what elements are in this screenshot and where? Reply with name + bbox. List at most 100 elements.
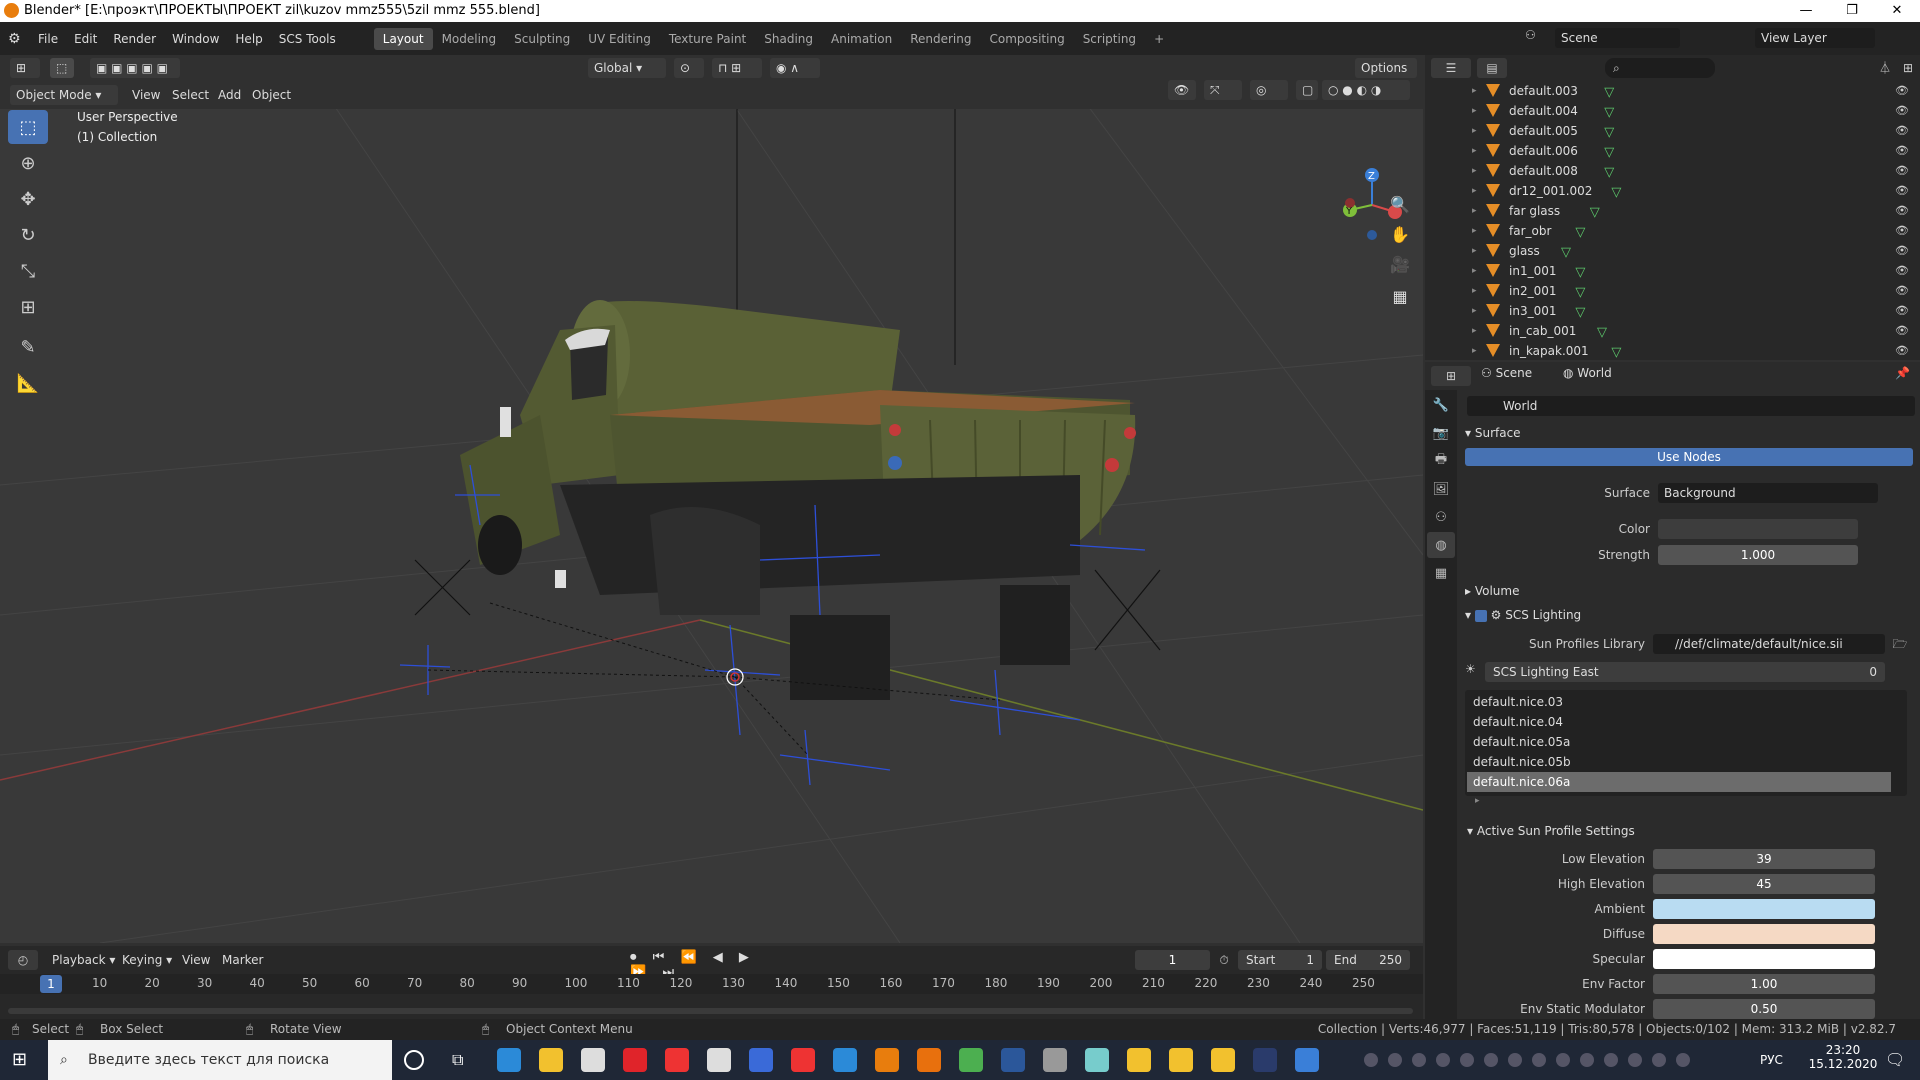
menu-edit[interactable]: Edit: [66, 32, 105, 46]
tab-shading[interactable]: Shading: [755, 28, 822, 50]
xray-icon[interactable]: ▢: [1296, 80, 1318, 100]
outliner-item[interactable]: ▸ default.005 👁 ▽: [1425, 121, 1920, 141]
menu-add[interactable]: Add: [218, 85, 241, 105]
expand-arrow-icon[interactable]: ▸: [1472, 321, 1477, 341]
breadcrumb-scene[interactable]: ⚇ Scene: [1481, 366, 1532, 380]
scs-lighting-panel-header[interactable]: ▾ ⚙ SCS Lighting: [1465, 604, 1581, 626]
notifications-icon[interactable]: 🗨: [1885, 1050, 1905, 1069]
visibility-eye-icon[interactable]: 👁: [1895, 181, 1909, 201]
view-layer-tab-icon[interactable]: 🖼: [1427, 476, 1455, 502]
folder-browse-icon[interactable]: 🗁: [1890, 634, 1910, 654]
pivot-icon[interactable]: ⊙: [674, 58, 704, 78]
system-tray-icon[interactable]: [1556, 1053, 1570, 1067]
tab-animation[interactable]: Animation: [822, 28, 901, 50]
visibility-eye-icon[interactable]: 👁: [1895, 241, 1909, 261]
zoom-icon[interactable]: 🔍: [1388, 195, 1412, 219]
input-language[interactable]: РУС: [1760, 1040, 1783, 1080]
mesh-data-icon[interactable]: ▽: [1575, 223, 1585, 243]
texture-tab-icon[interactable]: ▦: [1427, 560, 1455, 586]
measure-tool-icon[interactable]: 📐: [8, 366, 48, 400]
app-notes-icon[interactable]: [1085, 1048, 1109, 1072]
world-datablock-field[interactable]: World: [1467, 396, 1915, 416]
render-tab-icon[interactable]: 📷: [1427, 420, 1455, 446]
3d-viewport[interactable]: Z Y User Perspective (1) Collection 🔍 ✋ …: [0, 55, 1423, 943]
app-flag-icon[interactable]: [1043, 1048, 1067, 1072]
scale-tool-icon[interactable]: ⤡: [8, 254, 48, 288]
mesh-data-icon[interactable]: ▽: [1604, 163, 1614, 183]
expand-arrow-icon[interactable]: ▸: [1472, 281, 1477, 301]
visibility-eye-icon[interactable]: 👁: [1895, 201, 1909, 221]
strength-field[interactable]: 1.000: [1658, 545, 1858, 565]
menu-keying[interactable]: Keying ▾: [122, 950, 172, 970]
app-icon[interactable]: [707, 1048, 731, 1072]
options-dropdown[interactable]: Options ▾: [1355, 58, 1417, 95]
expand-arrow-icon[interactable]: ▸: [1472, 241, 1477, 261]
tab-scripting[interactable]: Scripting: [1074, 28, 1145, 50]
scene-selector[interactable]: Scene: [1555, 28, 1680, 48]
gizmo-toggle-icon[interactable]: ⤧: [1204, 80, 1242, 100]
expand-arrow-icon[interactable]: ▸: [1472, 301, 1477, 321]
expand-arrow-icon[interactable]: ▸: [1472, 341, 1477, 361]
blender-menu-icon[interactable]: ⚙: [8, 31, 30, 47]
minimize-button[interactable]: —: [1783, 0, 1829, 22]
start-frame-field[interactable]: Start 1: [1238, 950, 1322, 970]
display-mode-icon[interactable]: ▤: [1477, 58, 1507, 78]
surface-panel-header[interactable]: ▾ Surface: [1465, 422, 1915, 444]
yandex-icon[interactable]: [665, 1048, 689, 1072]
use-nodes-button[interactable]: Use Nodes: [1465, 448, 1913, 466]
cursor-tool-icon[interactable]: ⊕: [8, 146, 48, 180]
outliner-item[interactable]: ▸ far_obr 👁 ▽: [1425, 221, 1920, 241]
playback-controls[interactable]: ⏺ ⏮ ⏪ ◀ ▶ ⏩ ⏭: [630, 950, 770, 980]
tab-modeling[interactable]: Modeling: [433, 28, 506, 50]
system-tray-icon[interactable]: [1604, 1053, 1618, 1067]
tab-uv-editing[interactable]: UV Editing: [579, 28, 660, 50]
outliner-item[interactable]: ▸ far glass 👁 ▽: [1425, 201, 1920, 221]
app-blue-icon[interactable]: [1295, 1048, 1319, 1072]
view-layer-selector[interactable]: View Layer: [1755, 28, 1875, 48]
ortho-grid-icon[interactable]: ▦: [1388, 287, 1412, 311]
system-tray-icon[interactable]: [1364, 1053, 1378, 1067]
shading-mode-buttons[interactable]: ○ ● ◐ ◑: [1322, 80, 1410, 100]
mesh-data-icon[interactable]: ▽: [1604, 103, 1614, 123]
expand-arrow-icon[interactable]: ▸: [1472, 181, 1477, 201]
menu-view[interactable]: View: [132, 85, 160, 105]
word-icon[interactable]: [1001, 1048, 1025, 1072]
sun-profile-item[interactable]: default.nice.05b: [1467, 752, 1891, 772]
expand-arrow-icon[interactable]: ▸: [1472, 221, 1477, 241]
transform-orientation-dropdown[interactable]: Global ▾: [588, 58, 666, 78]
visibility-eye-icon[interactable]: 👁: [1895, 341, 1909, 361]
expand-arrow-icon[interactable]: ▸: [1472, 141, 1477, 161]
pin-icon[interactable]: 📌: [1895, 366, 1910, 380]
outliner-editor-type-icon[interactable]: ☰: [1431, 58, 1471, 78]
menu-timeline-view[interactable]: View: [182, 950, 210, 970]
outliner-item[interactable]: ▸ in1_001 👁 ▽: [1425, 261, 1920, 281]
expand-arrow-icon[interactable]: ▸: [1472, 161, 1477, 181]
close-button[interactable]: ✕: [1874, 0, 1920, 22]
outliner-search-input[interactable]: ⌕: [1605, 58, 1715, 78]
system-tray-icon[interactable]: [1652, 1053, 1666, 1067]
blender-taskbar-icon[interactable]: [875, 1048, 899, 1072]
outliner-item[interactable]: ▸ in3_001 👁 ▽: [1425, 301, 1920, 321]
mesh-data-icon[interactable]: ▽: [1604, 83, 1614, 103]
system-tray-icon[interactable]: [1412, 1053, 1426, 1067]
sun-profiles-library-field[interactable]: //def/climate/default/nice.sii: [1653, 634, 1885, 654]
menu-scs-tools[interactable]: SCS Tools: [271, 32, 344, 46]
surface-shader-field[interactable]: Background: [1658, 483, 1878, 503]
editor-type-button[interactable]: ⊞: [10, 58, 40, 78]
volume-panel-header[interactable]: ▸ Volume: [1465, 580, 1519, 602]
mesh-data-icon[interactable]: ▽: [1590, 203, 1600, 223]
properties-editor-type-icon[interactable]: ⊞: [1431, 366, 1471, 386]
system-tray-icon[interactable]: [1580, 1053, 1594, 1067]
selection-mode-buttons[interactable]: ▣ ▣ ▣ ▣ ▣: [90, 58, 180, 78]
tab-sculpting[interactable]: Sculpting: [505, 28, 579, 50]
pan-hand-icon[interactable]: ✋: [1388, 225, 1412, 249]
system-tray-icon[interactable]: [1628, 1053, 1642, 1067]
list-expand-icon[interactable]: ▸: [1475, 796, 1480, 806]
photoshop-icon[interactable]: [1253, 1048, 1277, 1072]
scene-tab-icon[interactable]: ⚇: [1427, 504, 1455, 530]
outliner-item[interactable]: ▸ in_cab_001 👁 ▽: [1425, 321, 1920, 341]
system-tray-icon[interactable]: [1676, 1053, 1690, 1067]
add-workspace-button[interactable]: +: [1145, 28, 1173, 50]
maximize-button[interactable]: ❐: [1829, 0, 1875, 22]
end-frame-field[interactable]: End 250: [1326, 950, 1410, 970]
